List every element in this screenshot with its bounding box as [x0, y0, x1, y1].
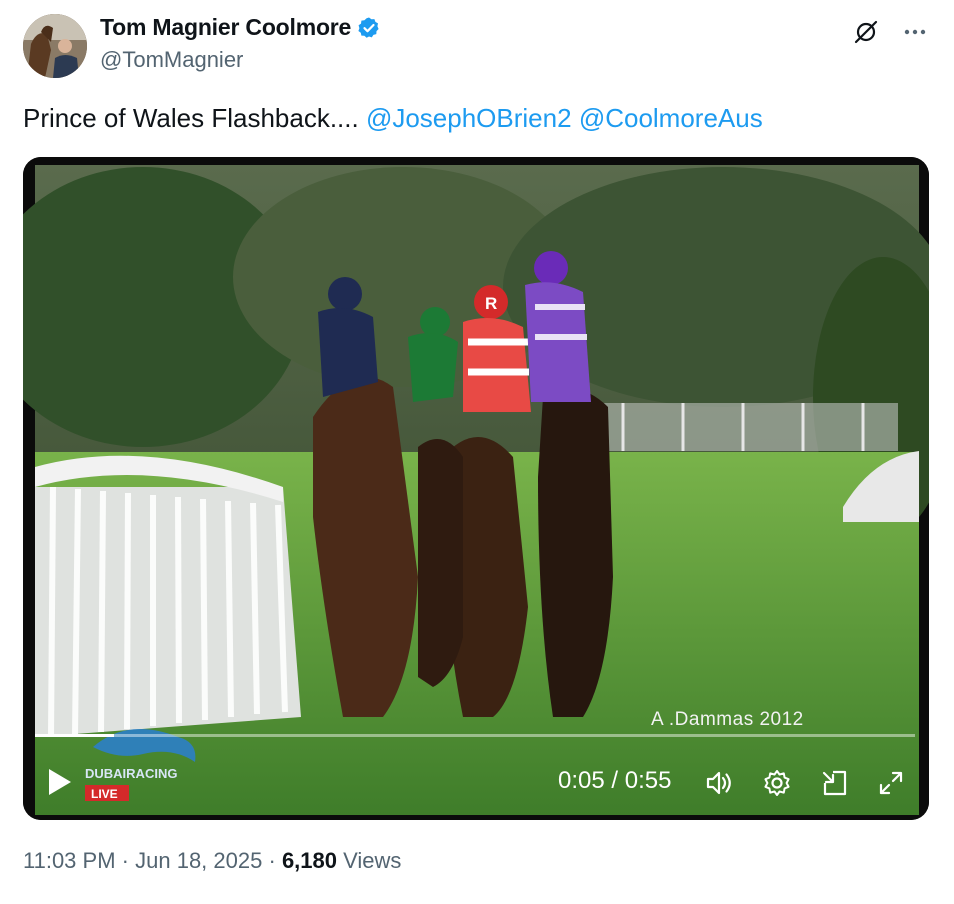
minimize-icon[interactable] — [819, 767, 851, 799]
tweet-date[interactable]: Jun 18, 2025 — [135, 848, 262, 873]
settings-icon[interactable] — [761, 767, 793, 799]
progress-bar[interactable] — [35, 734, 915, 737]
views-label: Views — [343, 848, 402, 873]
progress-fill — [35, 734, 115, 737]
tweet-text: Prince of Wales Flashback.... @JosephOBr… — [23, 100, 763, 136]
tweet-time[interactable]: 11:03 PM — [23, 848, 116, 873]
meta-separator: · — [121, 848, 129, 873]
author-name-row: Tom Magnier Coolmore — [100, 14, 381, 41]
mention-link[interactable]: @JosephOBrien2 — [366, 103, 572, 133]
avatar[interactable] — [23, 14, 87, 78]
verified-badge-icon — [358, 17, 379, 38]
grok-icon[interactable] — [852, 18, 880, 46]
more-icon[interactable] — [902, 19, 928, 45]
fullscreen-icon[interactable] — [875, 767, 907, 799]
mention-link[interactable]: @CoolmoreAus — [579, 103, 763, 133]
tweet-top-actions — [852, 18, 928, 46]
tweet-meta: 11:03 PM · Jun 18, 2025 · 6,180 Views — [23, 848, 401, 874]
meta-separator: · — [268, 848, 276, 873]
play-icon[interactable] — [43, 765, 75, 799]
author-handle[interactable]: @TomMagnier — [100, 47, 243, 73]
video-watermark: A .Dammas 2012 — [651, 709, 804, 730]
avatar-image — [23, 14, 87, 78]
video-player[interactable]: R DUBAIRACING LIVE A .Dammas 2012 0:05 /… — [23, 157, 929, 820]
video-time: 0:05 / 0:55 — [558, 767, 672, 794]
volume-icon[interactable] — [703, 767, 735, 799]
tweet-text-body: Prince of Wales Flashback.... — [23, 103, 366, 133]
svg-text:R: R — [485, 294, 497, 313]
views-count: 6,180 — [281, 848, 337, 873]
author-display-name[interactable]: Tom Magnier Coolmore — [100, 14, 351, 41]
video-controls: 0:05 / 0:55 — [23, 757, 929, 807]
